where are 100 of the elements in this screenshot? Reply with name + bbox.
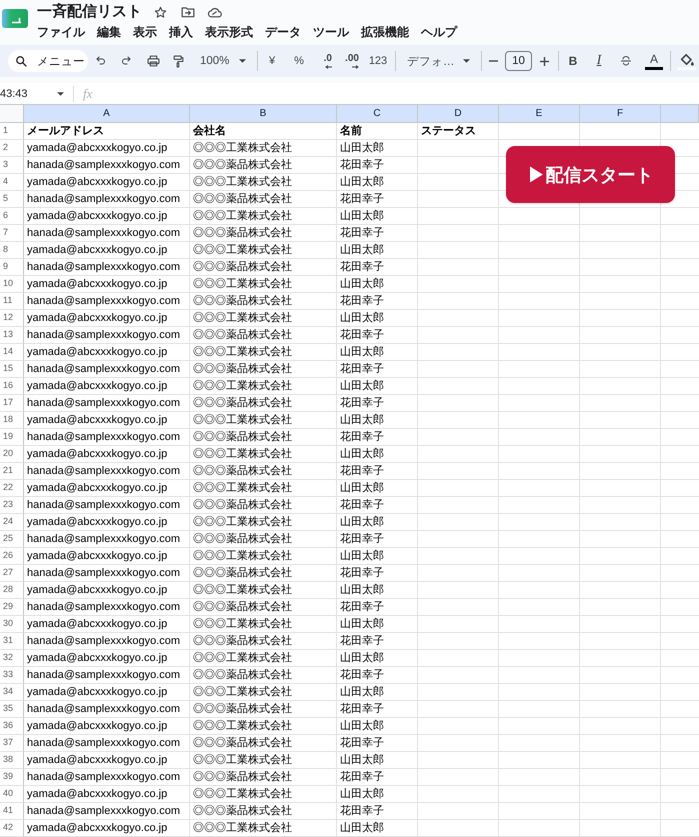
row-header[interactable]: 36 [0,718,24,735]
start-button[interactable]: ▶配信スタート [506,146,675,203]
document-title[interactable]: 一斉配信リスト [37,2,142,22]
menu-item[interactable]: 編集 [97,24,121,40]
paint-roller-icon[interactable] [172,54,184,68]
row-header[interactable]: 32 [0,650,24,667]
menu-item[interactable]: ヘルプ [421,24,457,40]
table-cell-text: ◎◎◎薬品株式会社 [192,634,293,649]
column-header[interactable]: F [580,105,661,123]
row-header[interactable]: 22 [0,480,24,497]
menu-item[interactable]: ファイル [37,24,85,40]
table-cell-text: ◎◎◎薬品株式会社 [192,532,293,547]
strikethrough-icon[interactable] [620,55,632,67]
zoom-select[interactable]: 100% [196,49,252,73]
menu-item[interactable]: データ [265,24,301,40]
table-cell-text: 山田太郎 [339,786,385,802]
row-header[interactable]: 26 [0,548,24,565]
row-header[interactable]: 30 [0,616,24,633]
table-cell-text: 花田幸子 [339,362,385,377]
row-header[interactable]: 33 [0,667,24,684]
table-cell-text: ◎◎◎薬品株式会社 [192,396,293,411]
table-cell-text: 山田太郎 [339,616,385,632]
table-cell-text: hanada@samplexxxkogyo.com [26,362,182,377]
row-header[interactable]: 24 [0,514,24,531]
header-cell-text: ステータス [420,124,477,139]
row-header[interactable]: 3 [0,157,24,174]
column-header[interactable]: E [499,105,580,123]
font-select[interactable]: デフォ… [402,49,476,73]
row-header[interactable]: 25 [0,531,24,548]
table-cell-text: ◎◎◎工業株式会社 [192,141,293,156]
folder-arrow-icon[interactable] [181,6,195,18]
menu-item[interactable]: 表示 [133,24,157,40]
table-cell-text: 山田太郎 [339,310,385,326]
column-header[interactable]: D [418,105,499,123]
minus-icon[interactable] [488,60,498,62]
row-header[interactable]: 6 [0,208,24,225]
name-box[interactable]: 43:43 [0,86,56,102]
redo-icon[interactable] [121,56,131,66]
decrease-decimals-button[interactable]: .0 [313,49,335,73]
row-header[interactable]: 35 [0,701,24,718]
column-header[interactable]: B [190,105,337,123]
row-header[interactable]: 39 [0,769,24,786]
text-color-button[interactable]: A [643,49,665,73]
font-size-field[interactable]: 10 [505,51,532,71]
row-header[interactable]: 21 [0,463,24,480]
row-header[interactable]: 27 [0,565,24,582]
caret-icon [239,59,246,63]
row-header[interactable]: 9 [0,259,24,276]
percent-button[interactable]: % [289,49,309,73]
spreadsheet-logo-icon[interactable] [2,9,28,28]
italic-button[interactable]: I [589,49,609,73]
table-cell-text: 山田太郎 [339,276,385,292]
row-header[interactable]: 4 [0,174,24,191]
table-cell-text: 花田幸子 [339,464,385,479]
row-header[interactable]: 40 [0,786,24,803]
table-cell-text: hanada@samplexxxkogyo.com [26,464,182,479]
caret-icon[interactable] [57,92,64,96]
table-cell-text: 花田幸子 [339,566,385,581]
row-header[interactable]: 8 [0,242,24,259]
column-header[interactable]: A [24,105,190,123]
row-header[interactable]: 37 [0,735,24,752]
menu-item[interactable]: 拡張機能 [361,24,409,40]
table-cell-text: yamada@abcxxxkogyo.co.jp [26,719,168,734]
table-cell-text: hanada@samplexxxkogyo.com [26,328,182,343]
table-cell-text: hanada@samplexxxkogyo.com [26,600,182,615]
row-header[interactable]: 42 [0,820,24,837]
column-header[interactable]: C [337,105,418,123]
header-cell-text: メールアドレス [26,124,105,139]
row-header[interactable]: 20 [0,446,24,463]
row-header[interactable]: 41 [0,803,24,820]
row-header[interactable]: 28 [0,582,24,599]
bold-button[interactable]: B [563,49,583,73]
currency-button[interactable]: ¥ [262,49,282,73]
table-cell-text: 山田太郎 [339,378,385,394]
table-cell-text: yamada@abcxxxkogyo.co.jp [26,311,168,326]
table-cell-text: ◎◎◎工業株式会社 [192,617,293,632]
table-cell-text: ◎◎◎薬品株式会社 [192,736,293,751]
increase-decimals-button[interactable]: .00 [340,49,362,73]
row-header[interactable]: 7 [0,225,24,242]
plus-icon[interactable] [540,56,548,66]
table-cell-text: yamada@abcxxxkogyo.co.jp [26,549,168,564]
table-cell-text: 花田幸子 [339,532,385,547]
menu-item[interactable]: 挿入 [169,24,193,40]
row-header[interactable]: 5 [0,191,24,208]
table-cell-text: ◎◎◎薬品株式会社 [192,192,293,207]
row-header[interactable]: 29 [0,599,24,616]
fill-bucket-icon[interactable] [678,52,696,70]
cloud-icon[interactable] [207,6,222,18]
search-menu-button[interactable]: メニュー [8,50,88,72]
row-header[interactable]: 2 [0,140,24,157]
row-header[interactable]: 23 [0,497,24,514]
row-header[interactable]: 34 [0,684,24,701]
number-format-button[interactable]: 123 [366,49,390,73]
row-header[interactable]: 38 [0,752,24,769]
undo-icon[interactable] [96,56,106,66]
star-icon[interactable] [154,6,167,18]
print-icon[interactable] [146,55,160,67]
row-header[interactable]: 31 [0,633,24,650]
menu-item[interactable]: 表示形式 [205,24,253,40]
menu-item[interactable]: ツール [313,24,349,40]
